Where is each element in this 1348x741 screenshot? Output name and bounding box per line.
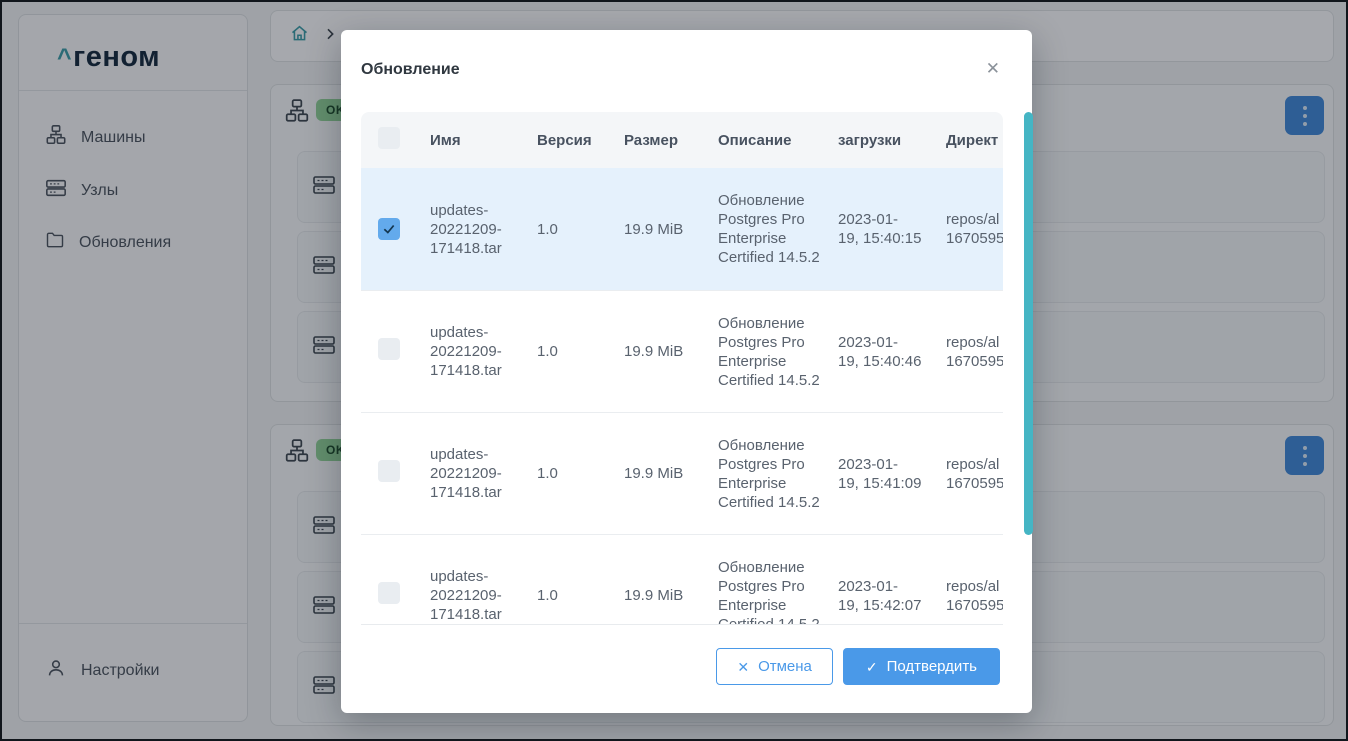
table-body: updates-20221209-171418.tar 1.0 19.9 MiB…	[361, 168, 1003, 625]
column-header-directory: Директ	[935, 132, 1003, 149]
table-header-row: Имя Версия Размер Описание загрузки Дире…	[361, 112, 1003, 168]
cell-uploaded: 2023-01- 19, 15:40:46	[830, 333, 935, 371]
modal-footer: ✕ Отмена ✓ Подтвердить	[716, 648, 1000, 685]
table-row[interactable]: updates-20221209-171418.tar 1.0 19.9 MiB…	[361, 290, 1003, 412]
cell-description: Обновление Postgres Pro Enterprise Certi…	[700, 314, 830, 390]
x-icon: ✕	[737, 660, 749, 674]
table-row[interactable]: updates-20221209-171418.tar 1.0 19.9 MiB…	[361, 534, 1003, 625]
cancel-button[interactable]: ✕ Отмена	[716, 648, 833, 685]
updates-table: Имя Версия Размер Описание загрузки Дире…	[361, 112, 1003, 625]
confirm-button[interactable]: ✓ Подтвердить	[843, 648, 1000, 685]
cell-name: updates-20221209-171418.tar	[420, 201, 525, 258]
row-checkbox[interactable]	[378, 218, 400, 240]
check-icon: ✓	[866, 660, 878, 674]
cell-uploaded: 2023-01- 19, 15:42:07	[830, 577, 935, 615]
cell-version: 1.0	[525, 220, 610, 239]
update-modal-dialog: Обновление ✕ Имя Версия Размер Описание …	[341, 30, 1032, 713]
close-icon[interactable]: ✕	[986, 60, 1000, 77]
column-header-size: Размер	[610, 132, 700, 149]
cell-version: 1.0	[525, 464, 610, 483]
row-checkbox[interactable]	[378, 338, 400, 360]
cell-size: 19.9 MiB	[610, 220, 700, 239]
cell-size: 19.9 MiB	[610, 464, 700, 483]
cell-size: 19.9 MiB	[610, 342, 700, 361]
cell-description: Обновление Postgres Pro Enterprise Certi…	[700, 558, 830, 626]
column-header-description: Описание	[700, 132, 830, 149]
cell-directory: repos/al 1670595	[935, 333, 1003, 371]
cell-name: updates-20221209-171418.tar	[420, 445, 525, 502]
cell-version: 1.0	[525, 586, 610, 605]
cell-uploaded: 2023-01- 19, 15:40:15	[830, 210, 935, 248]
cell-version: 1.0	[525, 342, 610, 361]
column-header-name: Имя	[420, 132, 525, 149]
table-row[interactable]: updates-20221209-171418.tar 1.0 19.9 MiB…	[361, 168, 1003, 290]
cell-name: updates-20221209-171418.tar	[420, 567, 525, 624]
modal-title: Обновление	[361, 61, 460, 79]
cell-name: updates-20221209-171418.tar	[420, 323, 525, 380]
column-header-uploaded: загрузки	[830, 132, 935, 149]
row-checkbox[interactable]	[378, 460, 400, 482]
cell-uploaded: 2023-01- 19, 15:41:09	[830, 455, 935, 493]
cell-description: Обновление Postgres Pro Enterprise Certi…	[700, 436, 830, 512]
row-checkbox[interactable]	[378, 582, 400, 604]
cell-directory: repos/al 1670595	[935, 577, 1003, 615]
table-row[interactable]: updates-20221209-171418.tar 1.0 19.9 MiB…	[361, 412, 1003, 534]
select-all-checkbox[interactable]	[378, 127, 400, 149]
modal-scrollbar[interactable]	[1024, 112, 1033, 535]
cell-directory: repos/al 1670595	[935, 210, 1003, 248]
cell-directory: repos/al 1670595	[935, 455, 1003, 493]
column-header-version: Версия	[525, 132, 610, 149]
cell-description: Обновление Postgres Pro Enterprise Certi…	[700, 191, 830, 267]
cell-size: 19.9 MiB	[610, 586, 700, 605]
